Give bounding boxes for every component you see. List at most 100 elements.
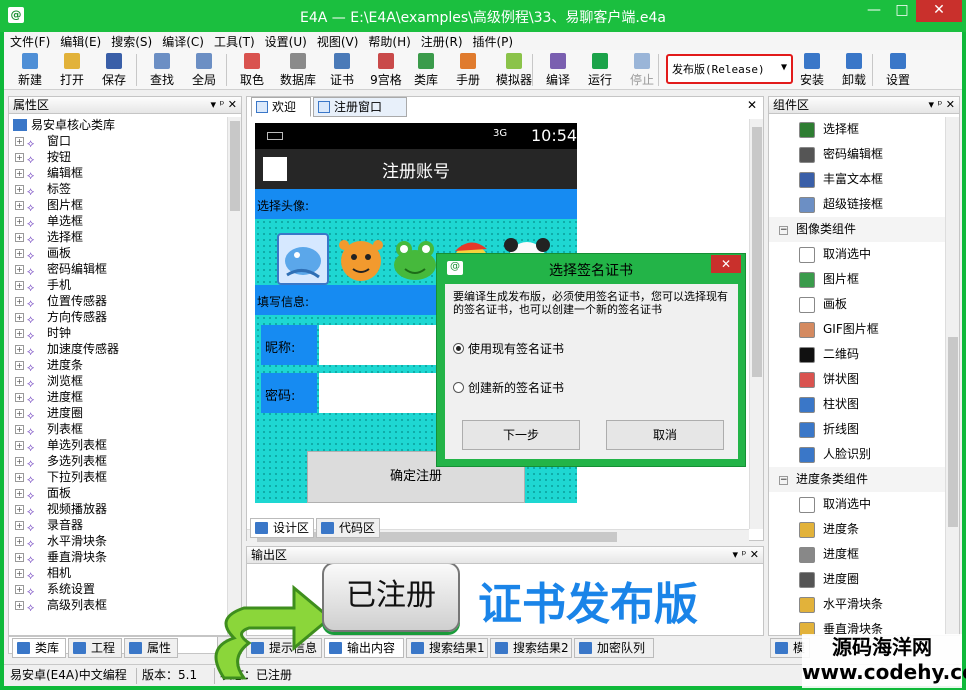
tree-item[interactable]: + ⟡ 选择框: [9, 229, 229, 246]
library-button[interactable]: 类库: [408, 53, 444, 88]
expand-icon[interactable]: +: [15, 137, 24, 146]
component-item[interactable]: GIF图片框: [769, 317, 945, 342]
tree-item[interactable]: + ⟡ 按钮: [9, 149, 229, 166]
expand-icon[interactable]: +: [15, 601, 24, 610]
tree-item[interactable]: + ⟡ 面板: [9, 485, 229, 502]
minimize-button[interactable]: —: [860, 0, 888, 22]
tree-item[interactable]: + ⟡ 水平滑块条: [9, 533, 229, 550]
open-folder-button[interactable]: 打开: [54, 53, 90, 88]
component-item[interactable]: 折线图: [769, 417, 945, 442]
tab-register-window[interactable]: 注册窗口: [313, 97, 407, 117]
expand-icon[interactable]: +: [15, 457, 24, 466]
component-item[interactable]: 二维码: [769, 342, 945, 367]
avatar-tiger[interactable]: [335, 233, 387, 285]
menu-file[interactable]: 文件(F): [6, 32, 54, 51]
dialog-cancel-button[interactable]: 取消: [606, 420, 724, 450]
component-scrollbar[interactable]: [945, 117, 959, 635]
expand-icon[interactable]: +: [15, 217, 24, 226]
radio-existing-certificate[interactable]: 使用现有签名证书: [453, 340, 564, 357]
tree-item[interactable]: + ⟡ 加速度传感器: [9, 341, 229, 358]
manual-button[interactable]: 手册: [450, 53, 486, 88]
menu-settings[interactable]: 设置(U): [261, 32, 311, 51]
close-tab-icon[interactable]: ✕: [747, 98, 757, 112]
tree-root[interactable]: 易安卓核心类库: [9, 117, 229, 133]
menu-edit[interactable]: 编辑(E): [56, 32, 105, 51]
close-button[interactable]: ✕: [916, 0, 962, 22]
component-item[interactable]: 进度框: [769, 542, 945, 567]
tree-item[interactable]: + ⟡ 画板: [9, 245, 229, 262]
component-item[interactable]: 取消选中: [769, 242, 945, 267]
expand-icon[interactable]: +: [15, 521, 24, 530]
expand-icon[interactable]: +: [15, 233, 24, 242]
tree-item[interactable]: + ⟡ 列表框: [9, 421, 229, 438]
component-item[interactable]: 密码编辑框: [769, 142, 945, 167]
next-step-button[interactable]: 下一步: [462, 420, 580, 450]
tree-item[interactable]: + ⟡ 窗口: [9, 133, 229, 150]
tab-search-result-1[interactable]: 搜索结果1: [406, 638, 488, 658]
menu-help[interactable]: 帮助(H): [364, 32, 414, 51]
property-scrollbar[interactable]: [227, 117, 241, 635]
menu-compile[interactable]: 编译(C): [158, 32, 208, 51]
component-group-header[interactable]: − 图像类组件: [769, 217, 945, 242]
expand-icon[interactable]: +: [15, 505, 24, 514]
component-item[interactable]: 取消选中: [769, 492, 945, 517]
expand-icon[interactable]: +: [15, 361, 24, 370]
tree-item[interactable]: + ⟡ 多选列表框: [9, 453, 229, 470]
menu-search[interactable]: 搜索(S): [107, 32, 156, 51]
avatar-dolphin[interactable]: [277, 233, 329, 285]
component-item[interactable]: 丰富文本框: [769, 167, 945, 192]
tree-item[interactable]: + ⟡ 时钟: [9, 325, 229, 342]
radio-new-certificate[interactable]: 创建新的签名证书: [453, 379, 564, 396]
tree-item[interactable]: + ⟡ 高级列表框: [9, 597, 229, 613]
component-item[interactable]: 进度条: [769, 517, 945, 542]
tab-code[interactable]: 代码区: [316, 518, 380, 538]
expand-icon[interactable]: +: [15, 409, 24, 418]
tree-item[interactable]: + ⟡ 图片框: [9, 197, 229, 214]
expand-icon[interactable]: +: [15, 281, 24, 290]
find-button[interactable]: 查找: [144, 53, 180, 88]
tree-item[interactable]: + ⟡ 进度框: [9, 389, 229, 406]
panel-controls[interactable]: ▾ ᵖ ✕: [733, 547, 759, 563]
menu-tools[interactable]: 工具(T): [210, 32, 259, 51]
tree-item[interactable]: + ⟡ 单选框: [9, 213, 229, 230]
menu-plugins[interactable]: 插件(P): [469, 32, 518, 51]
expand-icon[interactable]: +: [15, 473, 24, 482]
tree-item[interactable]: + ⟡ 垂直滑块条: [9, 549, 229, 566]
tree-item[interactable]: + ⟡ 标签: [9, 181, 229, 198]
tab-project[interactable]: 工程: [68, 638, 122, 658]
uninstall-button[interactable]: 卸载: [836, 53, 872, 88]
settings-button[interactable]: 设置: [880, 53, 916, 88]
scroll-thumb[interactable]: [752, 127, 762, 377]
expand-icon[interactable]: +: [15, 329, 24, 338]
component-item[interactable]: 图片框: [769, 267, 945, 292]
build-mode-select[interactable]: 发布版(Release) ▼: [666, 54, 793, 84]
scroll-thumb[interactable]: [230, 121, 240, 211]
component-item[interactable]: 水平滑块条: [769, 592, 945, 617]
expand-icon[interactable]: +: [15, 185, 24, 194]
tree-item[interactable]: + ⟡ 录音器: [9, 517, 229, 534]
tree-item[interactable]: + ⟡ 下拉列表框: [9, 469, 229, 486]
expand-icon[interactable]: +: [15, 377, 24, 386]
expand-icon[interactable]: +: [15, 441, 24, 450]
expand-icon[interactable]: +: [15, 569, 24, 578]
component-item[interactable]: 超级链接框: [769, 192, 945, 217]
tab-design[interactable]: 设计区: [250, 518, 314, 538]
tab-output[interactable]: 输出内容: [324, 638, 404, 658]
tree-item[interactable]: + ⟡ 进度圈: [9, 405, 229, 422]
expand-icon[interactable]: +: [15, 249, 24, 258]
menu-view[interactable]: 视图(V): [313, 32, 363, 51]
tree-item[interactable]: + ⟡ 视频播放器: [9, 501, 229, 518]
tree-item[interactable]: + ⟡ 方向传感器: [9, 309, 229, 326]
expand-icon[interactable]: +: [15, 153, 24, 162]
maximize-button[interactable]: □: [888, 0, 916, 22]
expand-icon[interactable]: +: [15, 313, 24, 322]
component-group-header[interactable]: − 进度条类组件: [769, 467, 945, 492]
tree-item[interactable]: + ⟡ 单选列表框: [9, 437, 229, 454]
menu-register[interactable]: 注册(R): [417, 32, 467, 51]
scroll-thumb[interactable]: [948, 337, 958, 527]
database-button[interactable]: 数据库: [276, 53, 320, 88]
expand-icon[interactable]: +: [15, 265, 24, 274]
tab-welcome[interactable]: 欢迎: [251, 97, 311, 117]
tree-item[interactable]: + ⟡ 相机: [9, 565, 229, 582]
android-button[interactable]: 模拟器: [492, 53, 536, 88]
